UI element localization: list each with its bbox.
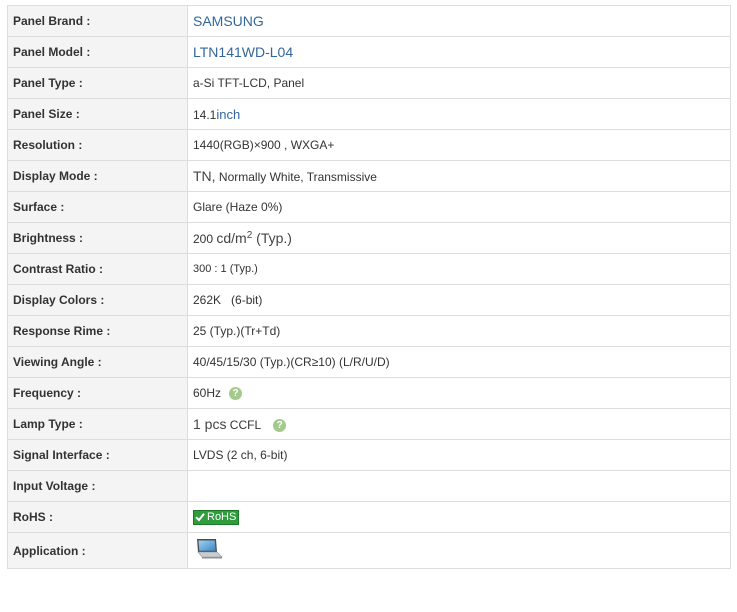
checkmark-icon bbox=[195, 513, 205, 522]
lamp-count: 1 pcs bbox=[193, 415, 227, 432]
brightness-value: 200 bbox=[193, 232, 214, 246]
row-value: 1440(RGB)×900 , WXGA+ bbox=[187, 129, 731, 161]
table-row: Panel Size : 14.1inch bbox=[7, 98, 731, 130]
row-value: 300 : 1 (Typ.) bbox=[187, 253, 731, 285]
table-row: Viewing Angle : 40/45/15/30 (Typ.)(CR≥10… bbox=[7, 346, 731, 378]
table-row: Display Mode : TN, Normally White, Trans… bbox=[7, 160, 731, 192]
row-label: Application : bbox=[7, 532, 188, 569]
table-row: Brightness : 200 cd/m2 (Typ.) bbox=[7, 222, 731, 254]
question-icon[interactable]: ? bbox=[273, 419, 287, 433]
lamp-type-value: CCFL bbox=[226, 417, 262, 432]
row-value bbox=[187, 532, 731, 569]
table-row: Panel Type : a-Si TFT-LCD, Panel bbox=[7, 67, 731, 99]
row-value: LTN141WD-L04 bbox=[187, 36, 731, 68]
row-label: Response Rime : bbox=[7, 315, 188, 347]
row-label: Signal Interface : bbox=[7, 439, 188, 471]
table-row: Contrast Ratio : 300 : 1 (Typ.) bbox=[7, 253, 731, 285]
row-value: Glare (Haze 0%) bbox=[187, 191, 731, 223]
row-value: 14.1inch bbox=[187, 98, 731, 130]
table-row: Application : bbox=[7, 532, 731, 569]
row-value: 200 cd/m2 (Typ.) bbox=[187, 222, 731, 254]
question-icon[interactable]: ? bbox=[229, 387, 243, 401]
row-value: TN, Normally White, Transmissive bbox=[187, 160, 731, 192]
row-value: 25 (Typ.)(Tr+Td) bbox=[187, 315, 731, 347]
row-label: Resolution : bbox=[7, 129, 188, 161]
table-row: RoHS : RoHS bbox=[7, 501, 731, 533]
brightness-unit: cd/m bbox=[216, 230, 247, 246]
table-row: Input Voltage : bbox=[7, 470, 731, 502]
table-row: Surface : Glare (Haze 0%) bbox=[7, 191, 731, 223]
row-label: Panel Size : bbox=[7, 98, 188, 130]
row-label: Contrast Ratio : bbox=[7, 253, 188, 285]
row-label: RoHS : bbox=[7, 501, 188, 533]
brightness-suffix: (Typ.) bbox=[252, 230, 292, 246]
panel-size-unit: inch bbox=[216, 106, 241, 122]
row-label: Lamp Type : bbox=[7, 408, 188, 440]
frequency-value: 60Hz bbox=[193, 385, 222, 400]
table-row: Panel Brand : SAMSUNG bbox=[7, 5, 731, 37]
spec-table: Panel Brand : SAMSUNG Panel Model : LTN1… bbox=[7, 5, 731, 569]
row-label: Surface : bbox=[7, 191, 188, 223]
laptop-icon[interactable] bbox=[193, 538, 223, 563]
table-row: Panel Model : LTN141WD-L04 bbox=[7, 36, 731, 68]
display-mode-rest: Normally White, Transmissive bbox=[215, 170, 377, 184]
row-value: a-Si TFT-LCD, Panel bbox=[187, 67, 731, 99]
row-value: 60Hz? bbox=[187, 377, 731, 409]
row-label: Input Voltage : bbox=[7, 470, 188, 502]
row-value: 1 pcs CCFL? bbox=[187, 408, 731, 440]
row-label: Display Colors : bbox=[7, 284, 188, 316]
rohs-badge: RoHS bbox=[193, 509, 240, 525]
row-value: SAMSUNG bbox=[187, 5, 731, 37]
table-row: Frequency : 60Hz? bbox=[7, 377, 731, 409]
row-value bbox=[187, 470, 731, 502]
row-value: 40/45/15/30 (Typ.)(CR≥10) (L/R/U/D) bbox=[187, 346, 731, 378]
row-label: Viewing Angle : bbox=[7, 346, 188, 378]
panel-size-value: 14.1 bbox=[193, 107, 217, 122]
row-value: RoHS bbox=[187, 501, 731, 533]
row-label: Panel Brand : bbox=[7, 5, 188, 37]
display-mode-tn: TN, bbox=[193, 168, 216, 184]
table-row: Display Colors : 262K (6-bit) bbox=[7, 284, 731, 316]
rohs-badge-label: RoHS bbox=[207, 511, 237, 524]
table-row: Resolution : 1440(RGB)×900 , WXGA+ bbox=[7, 129, 731, 161]
panel-brand-link[interactable]: SAMSUNG bbox=[193, 13, 264, 29]
panel-model-link[interactable]: LTN141WD-L04 bbox=[193, 44, 293, 60]
table-row: Lamp Type : 1 pcs CCFL? bbox=[7, 408, 731, 440]
row-label: Frequency : bbox=[7, 377, 188, 409]
row-label: Display Mode : bbox=[7, 160, 188, 192]
row-label: Brightness : bbox=[7, 222, 188, 254]
row-label: Panel Model : bbox=[7, 36, 188, 68]
table-row: Signal Interface : LVDS (2 ch, 6-bit) bbox=[7, 439, 731, 471]
row-value: LVDS (2 ch, 6-bit) bbox=[187, 439, 731, 471]
table-row: Response Rime : 25 (Typ.)(Tr+Td) bbox=[7, 315, 731, 347]
row-label: Panel Type : bbox=[7, 67, 188, 99]
row-value: 262K (6-bit) bbox=[187, 284, 731, 316]
